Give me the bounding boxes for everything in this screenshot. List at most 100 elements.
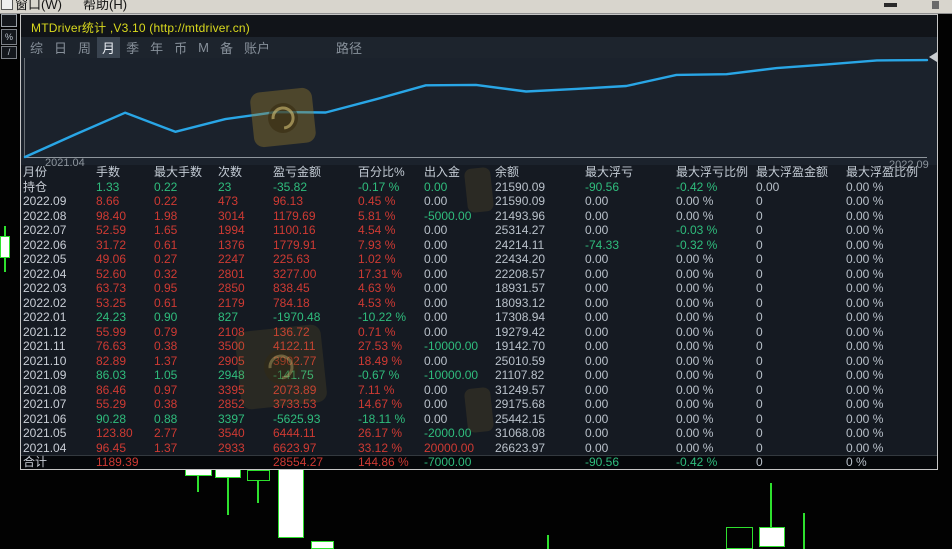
table-cell: 0 — [756, 455, 763, 469]
tab-backup[interactable]: 备 — [215, 37, 238, 58]
table-row: 2021.07 55.29 0.38 2852 3733.53 14.67 % 0.00 29… — [21, 397, 937, 412]
table-cell: 0.00 — [585, 397, 609, 411]
table-cell: 0.00 % — [676, 266, 714, 281]
table-cell: 0 — [756, 397, 763, 411]
table-cell: 1.33 — [96, 179, 120, 194]
tab-yearly[interactable]: 年 — [145, 37, 168, 58]
candlestick — [311, 541, 334, 549]
table-cell: 0.00 % — [676, 368, 714, 382]
row-label: 合计 — [23, 455, 48, 469]
minimize-icon[interactable] — [884, 3, 897, 7]
table-cell: 0.00 % — [846, 179, 884, 194]
row-label: 2021.07 — [23, 397, 67, 411]
table-cell: 0.00 % — [676, 324, 714, 339]
table-cell: 0.00 — [424, 223, 448, 237]
app-icon — [1, 0, 13, 10]
table-cell: 96.13 — [273, 194, 304, 208]
tab-monthly[interactable]: 月 — [97, 37, 121, 58]
table-cell: 3014 — [218, 208, 245, 223]
menu-item-window[interactable]: 窗口(W) — [15, 0, 62, 13]
table-cell: 2948 — [218, 368, 245, 382]
table-cell: 2905 — [218, 353, 245, 368]
table-cell: 0.90 — [154, 310, 178, 324]
stats-panel: MTDriver统计 ,V3.10 (http://mtdriver.cn) 综… — [20, 14, 938, 470]
table-cell: 0.71 % — [358, 324, 396, 339]
table-cell: 0.00 % — [676, 397, 714, 411]
table-cell: 0.00 % — [846, 252, 884, 266]
table-cell: 0 — [756, 310, 763, 324]
table-cell: 0.00 — [585, 194, 609, 208]
row-label: 2022.01 — [23, 310, 67, 324]
table-cell: 1.65 — [154, 223, 178, 237]
column-header: 次数 — [218, 165, 243, 179]
tab-account[interactable]: 账户 — [239, 37, 275, 58]
table-row: 2022.08 98.40 1.98 3014 1179.69 5.81 % -5000.0… — [21, 209, 937, 224]
table-cell: -10000.00 — [424, 339, 479, 353]
candle-wick — [257, 481, 259, 503]
tab-m[interactable]: M — [193, 39, 214, 56]
table-row: 2022.01 24.23 0.90 827 -1970.48 -10.22 % 0.00 1… — [21, 310, 937, 325]
table-cell: 24214.11 — [495, 237, 545, 252]
table-cell: 28554.27 — [273, 455, 324, 469]
candle-wick — [197, 476, 199, 492]
tab-currency[interactable]: 币 — [169, 37, 192, 58]
table-cell: 18931.57 — [495, 281, 546, 295]
table-row: 2022.04 52.60 0.32 2801 3277.00 17.31 % 0.00 22… — [21, 267, 937, 282]
tab-daily[interactable]: 日 — [49, 37, 72, 58]
table-cell: 49.06 — [96, 252, 127, 266]
tab-quarterly[interactable]: 季 — [121, 37, 144, 58]
percent-tool-icon[interactable]: % — [1, 29, 17, 45]
table-cell: 0.00 % — [676, 411, 714, 426]
row-label: 2021.09 — [23, 368, 67, 382]
table-cell: 0.00 — [424, 179, 448, 194]
table-cell: 0.00 — [424, 266, 448, 281]
menu-item-help[interactable]: 帮助(H) — [83, 0, 127, 13]
table-cell: 2247 — [218, 252, 245, 266]
table-cell: 3397 — [218, 411, 245, 426]
table-cell: 31.72 — [96, 237, 127, 252]
tab-weekly[interactable]: 周 — [73, 37, 96, 58]
table-cell: 0.00 — [585, 223, 609, 237]
minimize-box-icon[interactable] — [1, 14, 17, 27]
table-cell: 53.25 — [96, 295, 127, 310]
table-cell: 473 — [218, 194, 239, 208]
trendline-tool-icon[interactable]: / — [1, 46, 17, 59]
table-cell: -0.67 % — [358, 368, 400, 382]
table-cell: 0.00 — [424, 237, 448, 252]
table-cell: 1.98 — [154, 208, 178, 223]
row-label: 2022.05 — [23, 252, 67, 266]
row-label: 2021.05 — [23, 426, 67, 440]
table-cell: 1179.69 — [273, 208, 316, 223]
table-cell: 0.00 — [585, 208, 609, 223]
table-row: 2022.02 53.25 0.61 2179 784.18 4.53 % 0.00 1809… — [21, 296, 937, 311]
window-control-icon[interactable] — [932, 1, 939, 9]
table-cell: 19279.42 — [495, 324, 546, 339]
table-cell: 26623.97 — [495, 440, 546, 455]
column-header: 月份 — [23, 165, 48, 179]
column-header: 最大手数 — [154, 165, 203, 179]
row-label: 2022.09 — [23, 194, 67, 208]
table-cell: -0.17 % — [358, 179, 400, 194]
candle-wick — [803, 513, 805, 549]
table-cell: 0.00 % — [846, 237, 884, 252]
tab-summary[interactable]: 综 — [25, 37, 48, 58]
table-cell: 90.28 — [96, 411, 127, 426]
tab-path[interactable]: 路径 — [331, 37, 367, 58]
table-cell: 838.45 — [273, 281, 310, 295]
table-cell: -5625.93 — [273, 411, 321, 426]
table-cell: 18093.12 — [495, 295, 546, 310]
column-header: 最大浮亏比例 — [676, 165, 749, 179]
table-cell: 4122.11 — [273, 339, 316, 353]
table-cell: 21590.09 — [495, 194, 546, 208]
column-header: 余额 — [495, 165, 520, 179]
table-cell: 52.60 — [96, 266, 127, 281]
table-cell: 0.32 — [154, 266, 178, 281]
table-cell: -18.11 % — [358, 411, 406, 426]
table-cell: 63.73 — [96, 281, 127, 295]
table-cell: 0.00 — [585, 426, 609, 440]
table-cell: 0 — [756, 252, 763, 266]
table-cell: 0.22 — [154, 179, 178, 194]
table-cell: 0.00 — [424, 310, 448, 324]
table-cell: 0.00 % — [846, 353, 884, 368]
table-cell: -0.42 % — [676, 455, 718, 469]
